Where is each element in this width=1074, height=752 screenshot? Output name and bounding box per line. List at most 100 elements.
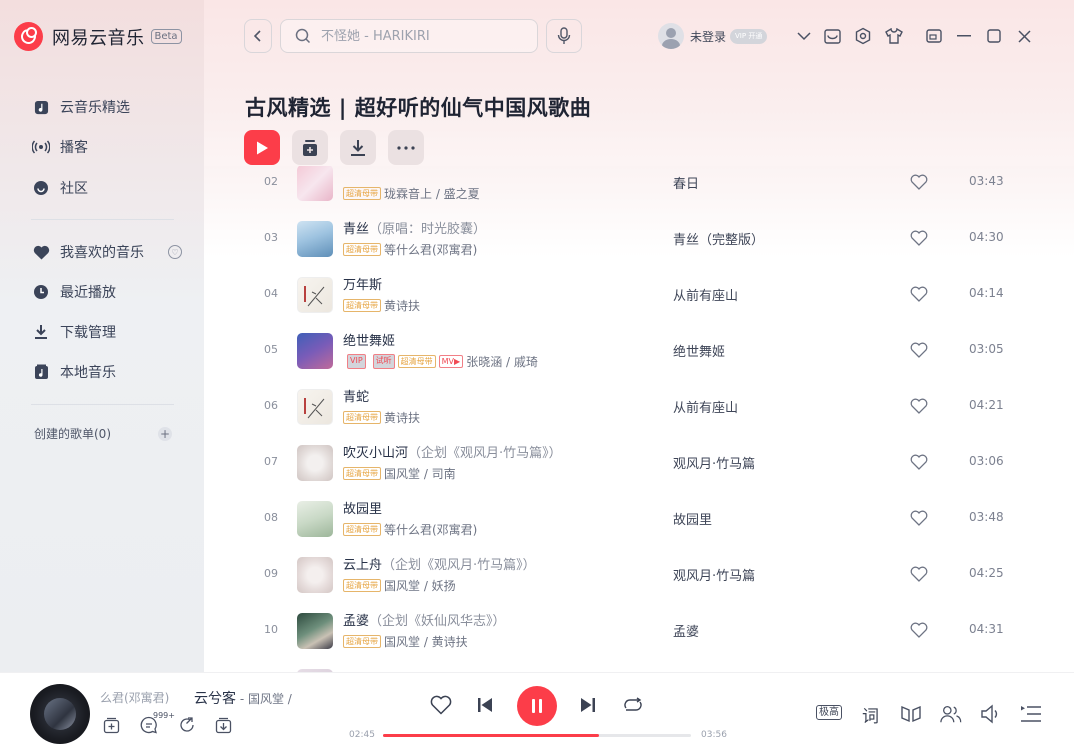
playlist-queue-icon[interactable] xyxy=(1020,703,1042,725)
volume-icon[interactable] xyxy=(980,703,1002,725)
table-row[interactable] xyxy=(204,659,1074,672)
song-title[interactable]: 绝世舞姬 xyxy=(343,330,395,349)
album-cover[interactable] xyxy=(297,445,333,481)
mv-tag[interactable]: MV▶ xyxy=(438,355,464,368)
more-button[interactable] xyxy=(388,130,424,165)
song-title[interactable]: 青蛇 xyxy=(343,386,369,405)
download-all-button[interactable] xyxy=(340,130,376,165)
song-title[interactable]: 孟婆（企划《妖仙风华志》） xyxy=(343,610,506,629)
song-artists[interactable]: 珑霖音上 / 盛之夏 xyxy=(384,185,480,202)
song-album[interactable]: 孟婆 xyxy=(673,621,699,640)
like-heart-icon[interactable] xyxy=(910,173,928,191)
add-playlist-button[interactable]: + xyxy=(158,426,172,441)
skin-icon[interactable] xyxy=(884,26,904,46)
table-row[interactable]: 06 青蛇 超清母带 黄诗扶 从前有座山 04:21 xyxy=(204,379,1074,435)
table-row[interactable]: 03 青丝（原唱：时光胶囊） 超清母带 等什么君(邓寓君) 青丝（完整版） 04… xyxy=(204,211,1074,267)
song-artists[interactable]: 国风堂 / 司南 xyxy=(384,465,456,482)
search-box[interactable] xyxy=(280,19,538,53)
now-playing-cover[interactable] xyxy=(30,684,90,744)
song-artists[interactable]: 等什么君(邓寓君) xyxy=(384,241,477,258)
sidebar-item-featured[interactable]: 云音乐精选 xyxy=(32,95,182,119)
album-cover[interactable] xyxy=(297,613,333,649)
sound-effect-icon[interactable] xyxy=(900,703,922,725)
sidebar-item-podcast[interactable]: 播客 xyxy=(32,135,182,159)
song-album[interactable]: 青丝（完整版） xyxy=(673,229,764,248)
mail-icon[interactable] xyxy=(822,26,842,46)
heart-mode-icon[interactable]: ♡ xyxy=(168,245,182,259)
app-logo[interactable]: 网易云音乐 Beta xyxy=(14,22,182,51)
song-artists[interactable]: 张晓涵 / 戚琦 xyxy=(466,353,538,370)
table-row[interactable]: 04 万年斯 超清母带 黄诗扶 从前有座山 04:14 xyxy=(204,267,1074,323)
table-row[interactable]: 09 云上舟（企划《观风月·竹马篇》） 超清母带 国风堂 / 妖扬 观风月·竹马… xyxy=(204,547,1074,603)
play-all-button[interactable] xyxy=(244,130,280,165)
song-title[interactable]: 云上舟（企划《观风月·竹马篇》） xyxy=(343,554,536,573)
song-title[interactable]: 万年斯 xyxy=(343,274,382,293)
album-cover[interactable] xyxy=(297,221,333,257)
album-cover[interactable] xyxy=(297,277,333,313)
sidebar-item-local[interactable]: 本地音乐 xyxy=(32,360,182,384)
song-title[interactable]: 故园里 xyxy=(343,498,382,517)
song-album[interactable]: 观风月·竹马篇 xyxy=(673,453,755,472)
album-cover[interactable] xyxy=(297,389,333,425)
song-album[interactable]: 观风月·竹马篇 xyxy=(673,565,755,584)
like-heart-icon[interactable] xyxy=(910,341,928,359)
listen-together-icon[interactable] xyxy=(940,703,962,725)
album-cover[interactable] xyxy=(297,166,333,201)
song-artists[interactable]: 等什么君(邓寓君) xyxy=(384,521,477,538)
table-row[interactable]: 02 超清母带 珑霖音上 / 盛之夏 春日 03:43 xyxy=(204,166,1074,211)
sidebar-item-downloads[interactable]: 下载管理 xyxy=(32,320,182,344)
song-title[interactable]: 吹灭小山河（企划《观风月·竹马篇》） xyxy=(343,442,562,461)
song-artists[interactable]: 黄诗扶 xyxy=(384,297,420,314)
like-heart-icon[interactable] xyxy=(910,509,928,527)
song-album[interactable]: 从前有座山 xyxy=(673,397,738,416)
maximize-icon[interactable] xyxy=(984,26,1004,46)
download-icon[interactable] xyxy=(213,715,233,735)
album-cover[interactable] xyxy=(297,557,333,593)
like-heart-icon[interactable] xyxy=(910,621,928,639)
search-input[interactable] xyxy=(321,28,521,44)
song-artists[interactable]: 黄诗扶 xyxy=(384,409,420,426)
song-artists[interactable]: 国风堂 / 黄诗扶 xyxy=(384,633,468,650)
album-cover[interactable] xyxy=(297,333,333,369)
previous-track-icon[interactable] xyxy=(473,693,497,717)
collect-button[interactable] xyxy=(292,130,328,165)
avatar[interactable] xyxy=(658,23,684,49)
add-to-playlist-icon[interactable] xyxy=(101,715,121,735)
settings-icon[interactable] xyxy=(853,26,873,46)
login-status[interactable]: 未登录 xyxy=(690,28,726,45)
like-heart-icon[interactable] xyxy=(910,285,928,303)
now-playing-title[interactable]: 云兮客 - 国风堂 / xyxy=(194,688,292,708)
table-row[interactable]: 08 故园里 超清母带 等什么君(邓寓君) 故园里 03:48 xyxy=(204,491,1074,547)
chevron-down-icon[interactable] xyxy=(794,26,814,46)
close-icon[interactable] xyxy=(1014,26,1034,46)
lyrics-button[interactable]: 词 xyxy=(862,702,879,727)
share-icon[interactable] xyxy=(177,715,197,735)
song-album[interactable]: 绝世舞姬 xyxy=(673,341,725,360)
sidebar-item-community[interactable]: 社区 xyxy=(32,176,182,200)
back-button[interactable] xyxy=(244,19,272,53)
quality-button[interactable]: 极高 xyxy=(816,705,842,720)
created-playlists-header[interactable]: 创建的歌单(0) + xyxy=(34,425,172,442)
table-row[interactable]: 10 孟婆（企划《妖仙风华志》） 超清母带 国风堂 / 黄诗扶 孟婆 04:31 xyxy=(204,603,1074,659)
like-heart-icon[interactable] xyxy=(910,453,928,471)
mini-mode-icon[interactable] xyxy=(924,26,944,46)
like-heart-icon[interactable] xyxy=(910,565,928,583)
pause-button[interactable] xyxy=(517,686,557,726)
voice-search-button[interactable] xyxy=(546,19,582,53)
album-cover[interactable] xyxy=(297,501,333,537)
sidebar-item-liked[interactable]: 我喜欢的音乐 ♡ xyxy=(32,240,182,264)
vip-badge[interactable]: VIP 开通 xyxy=(730,28,768,44)
like-icon[interactable] xyxy=(429,693,453,717)
like-heart-icon[interactable] xyxy=(910,229,928,247)
repeat-icon[interactable] xyxy=(621,693,645,717)
song-artists[interactable]: 国风堂 / 妖扬 xyxy=(384,577,456,594)
table-row[interactable]: 07 吹灭小山河（企划《观风月·竹马篇》） 超清母带 国风堂 / 司南 观风月·… xyxy=(204,435,1074,491)
sidebar-item-recent[interactable]: 最近播放 xyxy=(32,280,182,304)
song-album[interactable]: 从前有座山 xyxy=(673,285,738,304)
song-title[interactable]: 青丝（原唱：时光胶囊） xyxy=(343,218,486,237)
progress-bar[interactable] xyxy=(383,734,691,737)
song-album[interactable]: 春日 xyxy=(673,173,699,192)
user-login[interactable]: 未登录 VIP 开通 xyxy=(658,23,768,49)
minimize-icon[interactable] xyxy=(954,26,974,46)
song-album[interactable]: 故园里 xyxy=(673,509,712,528)
